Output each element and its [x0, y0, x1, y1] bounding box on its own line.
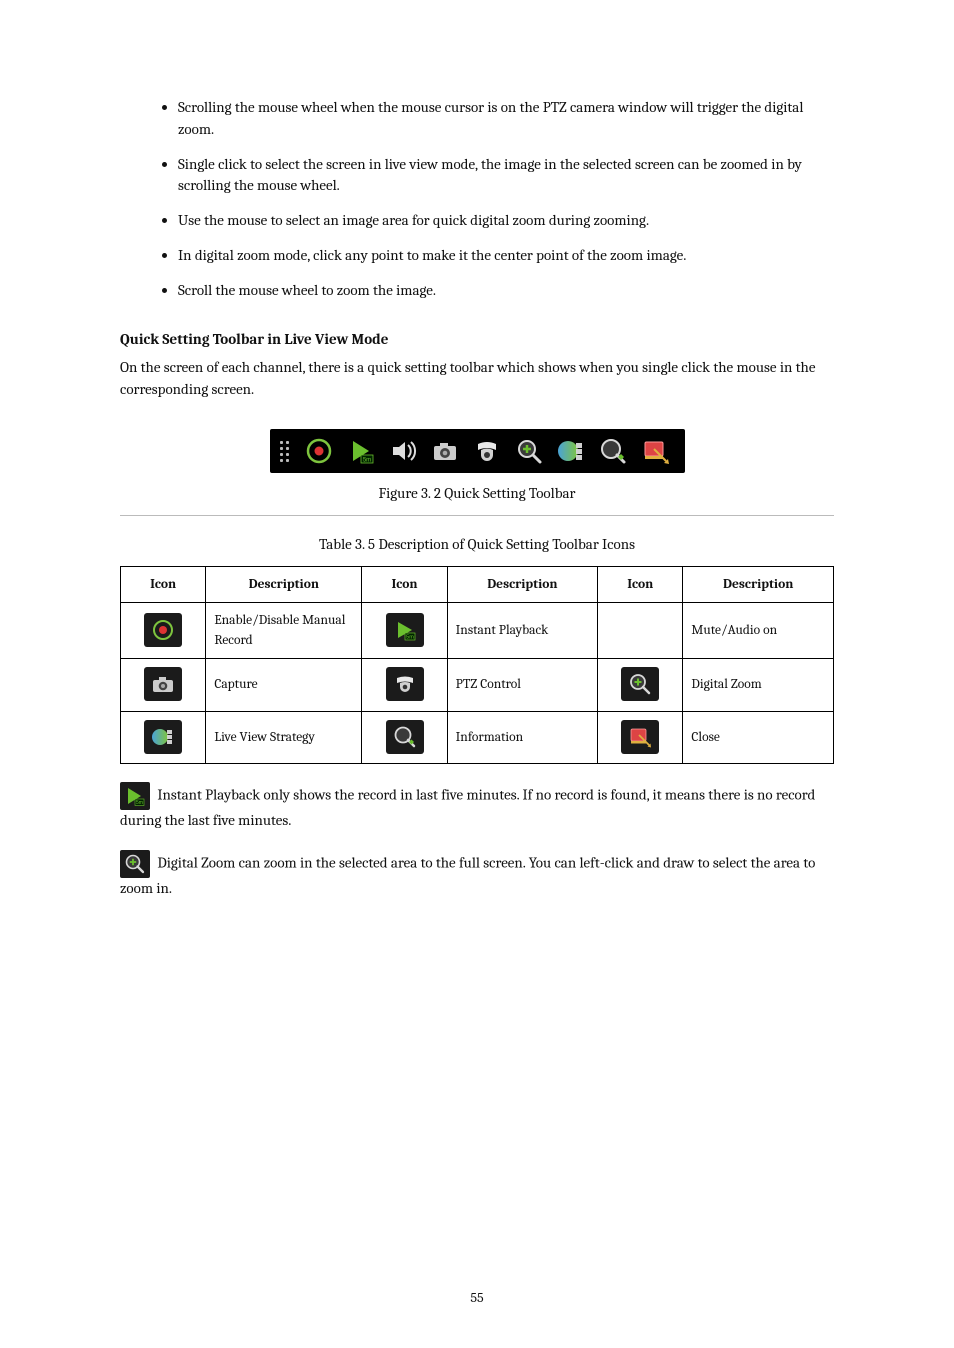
quick-setting-icon-table: Icon Description Icon Description Icon D…	[120, 566, 834, 765]
feature-list: Scrolling the mouse wheel when the mouse…	[150, 96, 834, 301]
section-title: Quick Setting Toolbar in Live View Mode	[120, 329, 834, 351]
inline-paragraph: Digital Zoom can zoom in the selected ar…	[120, 850, 834, 900]
figure-caption: Figure 3. 2 Quick Setting Toolbar	[120, 483, 834, 505]
inline-paragraph: 5m Instant Playback only shows the recor…	[120, 782, 834, 832]
ptz-icon	[471, 435, 503, 467]
toolbar-figure: 5m	[120, 429, 834, 474]
table-icon-cell: 5m	[362, 603, 447, 659]
table-header: Icon	[362, 566, 447, 603]
digital-zoom-icon	[621, 667, 659, 701]
table-desc-cell: Digital Zoom	[683, 659, 834, 712]
table-desc-cell: Enable/Disable Manual Record	[206, 603, 362, 659]
capture-icon	[144, 667, 182, 701]
table-desc-cell: Mute/Audio on	[683, 603, 834, 659]
table-desc-cell: PTZ Control	[447, 659, 597, 712]
table-header: Icon	[598, 566, 683, 603]
table-desc-cell: Capture	[206, 659, 362, 712]
feature-item: In digital zoom mode, click any point to…	[178, 244, 834, 267]
table-icon-cell	[598, 659, 683, 712]
table-icon-cell	[121, 711, 206, 764]
table-header: Icon	[121, 566, 206, 603]
close-icon	[621, 720, 659, 754]
close-icon	[639, 435, 671, 467]
inline-paragraph-text: Instant Playback only shows the record i…	[120, 786, 815, 830]
table-icon-cell	[598, 711, 683, 764]
table-header: Description	[683, 566, 834, 603]
feature-item: Use the mouse to select an image area fo…	[178, 209, 834, 232]
feature-item: Single click to select the screen in liv…	[178, 153, 834, 198]
feature-item: Scroll the mouse wheel to zoom the image…	[178, 279, 834, 302]
table-row: Enable/Disable Manual Record 5m Instant …	[121, 603, 834, 659]
table-icon-cell	[362, 711, 447, 764]
table-icon-cell	[598, 603, 683, 659]
audio-icon	[387, 435, 419, 467]
table-desc-cell: Live View Strategy	[206, 711, 362, 764]
section-divider	[120, 515, 834, 516]
page: Scrolling the mouse wheel when the mouse…	[0, 0, 954, 1348]
record-icon	[144, 613, 182, 647]
svg-text:5m: 5m	[136, 800, 143, 806]
digital-zoom-icon	[513, 435, 545, 467]
digital-zoom-icon	[120, 850, 150, 878]
table-row: Capture PTZ Control Digital Zoom	[121, 659, 834, 712]
table-header-row: Icon Description Icon Description Icon D…	[121, 566, 834, 603]
svg-text:5m: 5m	[362, 458, 370, 464]
record-icon	[303, 435, 335, 467]
inline-paragraph-text: Digital Zoom can zoom in the selected ar…	[120, 854, 815, 898]
table-header: Description	[447, 566, 597, 603]
ptz-icon	[386, 667, 424, 701]
table-desc-cell: Information	[447, 711, 597, 764]
section-text: On the screen of each channel, there is …	[120, 357, 834, 401]
instant-playback-icon: 5m	[345, 435, 377, 467]
table-icon-cell	[121, 659, 206, 712]
table-desc-cell: Close	[683, 711, 834, 764]
table-row: Live View Strategy Information Close	[121, 711, 834, 764]
instant-playback-icon: 5m	[120, 782, 150, 810]
table-icon-cell	[121, 603, 206, 659]
page-number: 55	[0, 1288, 954, 1308]
table-caption: Table 3. 5 Description of Quick Setting …	[120, 534, 834, 556]
quick-setting-toolbar: 5m	[270, 429, 685, 473]
capture-icon	[429, 435, 461, 467]
table-header: Description	[206, 566, 362, 603]
strategy-icon	[144, 720, 182, 754]
instant-playback-icon: 5m	[386, 613, 424, 647]
grip-icon	[280, 441, 289, 462]
svg-text:5m: 5m	[406, 634, 414, 640]
strategy-icon	[555, 435, 587, 467]
info-icon	[597, 435, 629, 467]
table-icon-cell	[362, 659, 447, 712]
feature-item: Scrolling the mouse wheel when the mouse…	[178, 96, 834, 141]
info-icon	[386, 720, 424, 754]
table-desc-cell: Instant Playback	[447, 603, 597, 659]
